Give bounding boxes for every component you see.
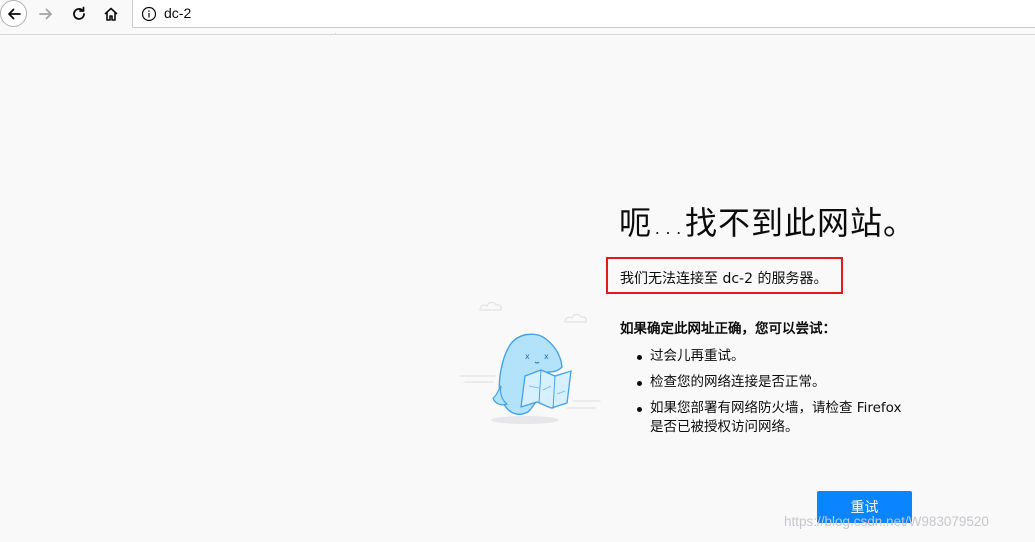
error-description: 我们无法连接至 dc-2 的服务器。 (620, 271, 828, 287)
svg-text:x: x (544, 352, 549, 361)
arrow-left-icon (7, 8, 21, 19)
home-button[interactable] (97, 0, 125, 28)
svg-text:x: x (525, 352, 530, 361)
list-item: 过会儿再重试。 (620, 347, 910, 366)
arrow-right-icon (39, 8, 52, 20)
url-text[interactable]: dc-2 (164, 5, 191, 21)
url-bar[interactable]: dc-2 (132, 0, 1035, 28)
watermark: https://blog.csdn.net/W983079520 (784, 514, 989, 529)
home-icon (104, 7, 118, 21)
info-icon[interactable] (141, 6, 157, 22)
forward-button[interactable] (32, 0, 60, 28)
list-item: 检查您的网络连接是否正常。 (620, 373, 910, 392)
suggestions-list: 过会儿再重试。 检查您的网络连接是否正常。 如果您部署有网络防火墙，请检查 Fi… (620, 347, 910, 444)
reload-button[interactable] (65, 0, 93, 28)
suggestions-title: 如果确定此网址正确，您可以尝试： (620, 321, 836, 337)
error-title: 呃…找不到此网站。 (619, 204, 917, 242)
error-description-highlight: 我们无法连接至 dc-2 的服务器。 (606, 257, 843, 294)
lost-dinosaur-illustration: x x (459, 301, 601, 424)
browser-toolbar: dc-2 (0, 0, 1035, 35)
back-button[interactable] (0, 0, 27, 27)
toolbar-divider (335, 33, 336, 35)
list-item: 如果您部署有网络防火墙，请检查 Firefox 是否已被授权访问网络。 (620, 399, 910, 437)
reload-icon (73, 6, 85, 20)
